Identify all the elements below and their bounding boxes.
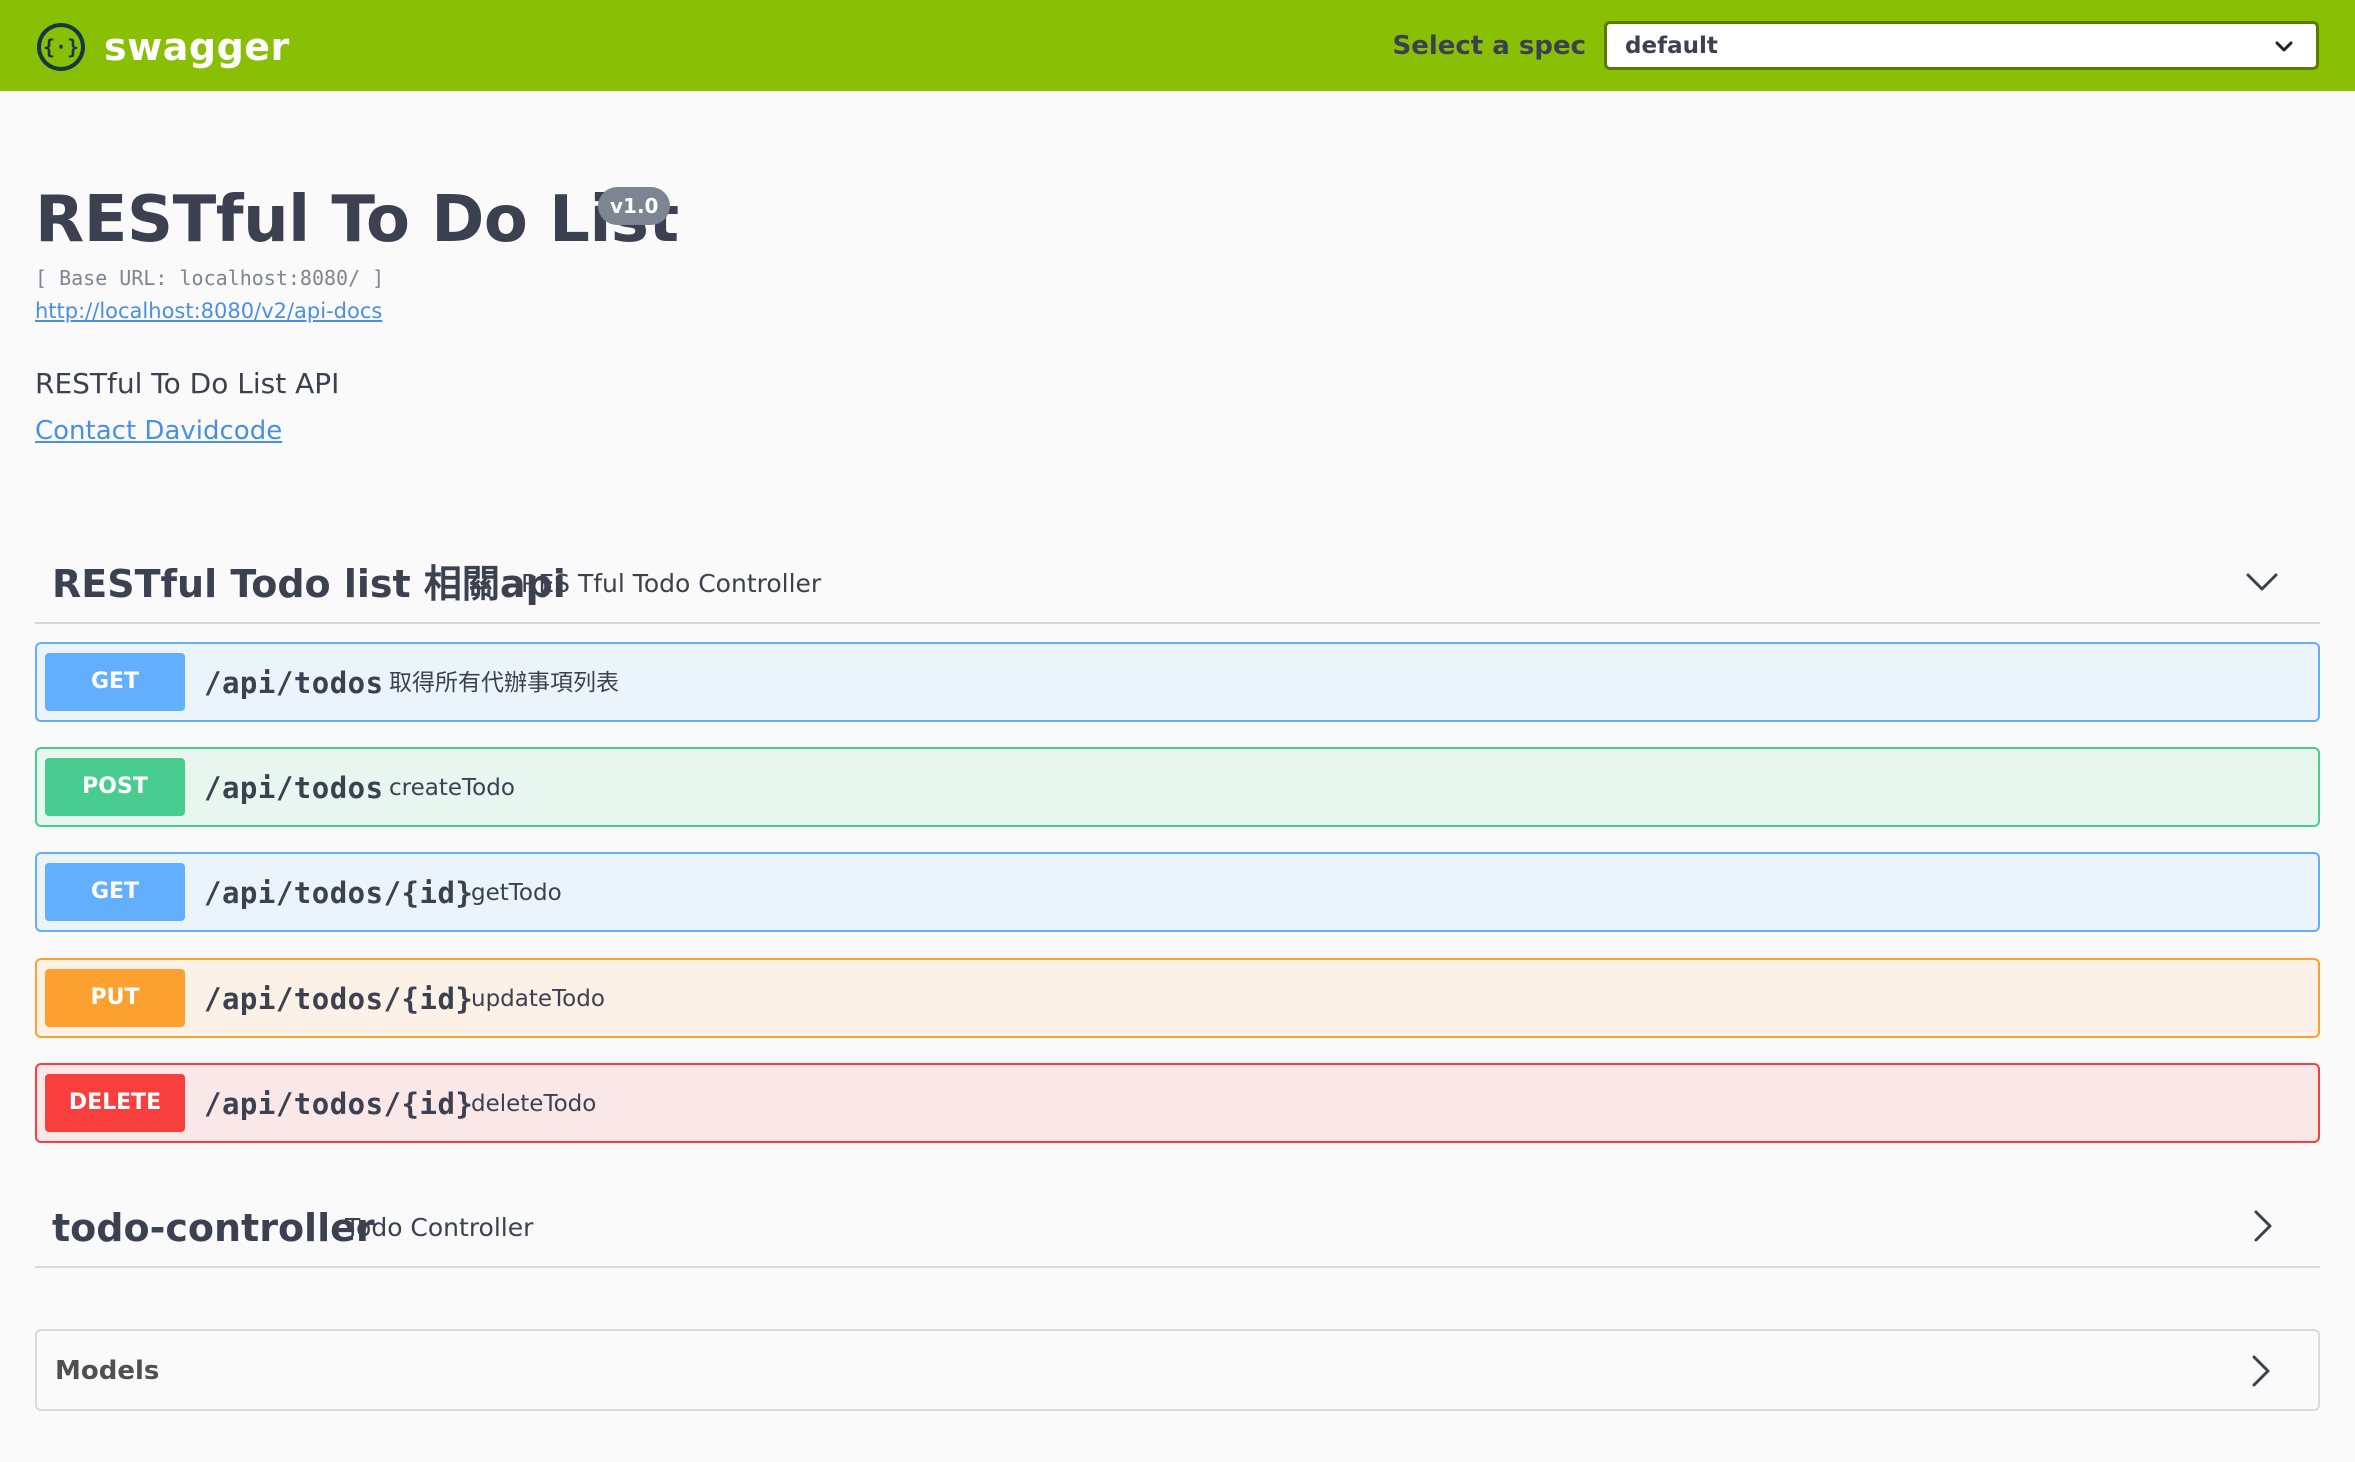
method-badge-get: GET xyxy=(45,863,185,921)
tag-header-todo-controller[interactable]: todo-controller Todo Controller xyxy=(35,1186,2320,1268)
tag-header-restful-todo[interactable]: RESTful Todo list 相關api RES Tful Todo Co… xyxy=(35,542,2320,624)
operation-summary: getTodo xyxy=(471,880,562,906)
top-bar: {·} swagger Select a spec default xyxy=(0,0,2355,91)
method-badge-put: PUT xyxy=(45,969,185,1027)
chevron-down-icon[interactable] xyxy=(2244,564,2280,600)
tag-title: RESTful Todo list 相關api xyxy=(52,562,566,606)
operation-put-todo-by-id[interactable]: PUT /api/todos/{id} updateTodo xyxy=(35,958,2320,1038)
svg-text:{·}: {·} xyxy=(43,35,79,59)
base-url: [ Base URL: localhost:8080/ ] xyxy=(35,266,385,290)
operation-summary: 取得所有代辦事項列表 xyxy=(389,670,619,696)
method-badge-post: POST xyxy=(45,758,185,816)
operation-summary: createTodo xyxy=(389,775,515,801)
tag-description: Todo Controller xyxy=(345,1213,534,1242)
swagger-logo-icon: {·} xyxy=(37,23,85,71)
tag-description: RES Tful Todo Controller xyxy=(521,569,822,598)
method-badge-delete: DELETE xyxy=(45,1074,185,1132)
operation-path: /api/todos xyxy=(204,771,384,805)
chevron-down-icon xyxy=(2275,41,2293,52)
api-description: RESTful To Do List API xyxy=(35,367,340,400)
operation-delete-todo-by-id[interactable]: DELETE /api/todos/{id} deleteTodo xyxy=(35,1063,2320,1143)
method-badge-get: GET xyxy=(45,653,185,711)
api-docs-link[interactable]: http://localhost:8080/v2/api-docs xyxy=(35,296,382,326)
page-title: RESTful To Do List xyxy=(35,183,679,257)
models-title: Models xyxy=(55,1356,160,1386)
spec-select[interactable]: default xyxy=(1604,21,2319,70)
operation-get-todo-by-id[interactable]: GET /api/todos/{id} getTodo xyxy=(35,852,2320,932)
operation-path: /api/todos/{id} xyxy=(204,876,474,910)
operation-summary: deleteTodo xyxy=(471,1091,597,1117)
operation-path: /api/todos xyxy=(204,666,384,700)
chevron-right-icon[interactable] xyxy=(2244,1208,2280,1244)
tag-title: todo-controller xyxy=(52,1206,375,1250)
spec-select-value: default xyxy=(1625,33,1718,59)
spec-select-label: Select a spec xyxy=(1392,31,1586,61)
operation-path: /api/todos/{id} xyxy=(204,982,474,1016)
operation-path: /api/todos/{id} xyxy=(204,1087,474,1121)
contact-link[interactable]: Contact Davidcode xyxy=(35,412,282,450)
operation-post-todos[interactable]: POST /api/todos createTodo xyxy=(35,747,2320,827)
models-section[interactable]: Models xyxy=(35,1329,2320,1411)
operation-summary: updateTodo xyxy=(471,986,605,1012)
logo-text[interactable]: swagger xyxy=(104,20,290,74)
version-badge: v1.0 xyxy=(598,187,671,225)
operation-get-todos[interactable]: GET /api/todos 取得所有代辦事項列表 xyxy=(35,642,2320,722)
chevron-right-icon[interactable] xyxy=(2242,1353,2278,1389)
